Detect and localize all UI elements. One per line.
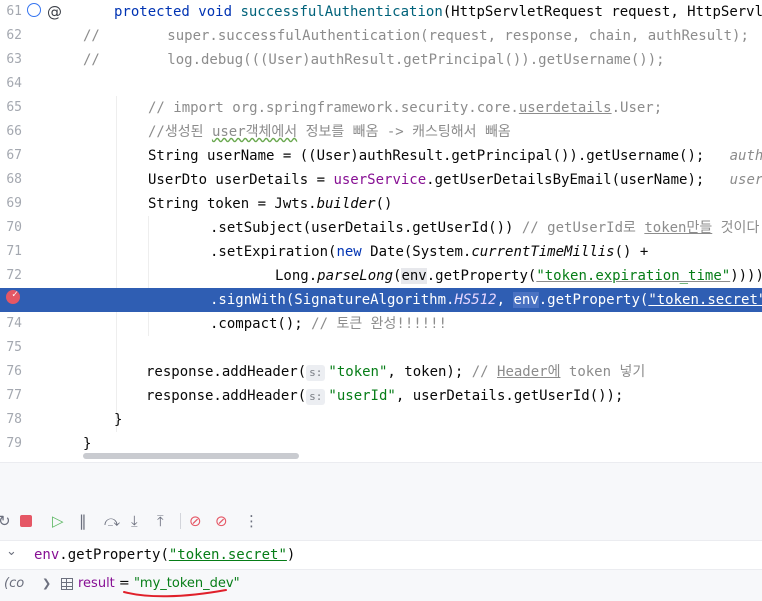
stop-icon[interactable] [20, 515, 32, 527]
code-text: // import org.springframework.security.c… [148, 100, 663, 116]
code-line[interactable]: 61 protected void successfulAuthenticati… [0, 0, 762, 24]
override-icon[interactable] [27, 3, 41, 17]
line-number: 71 [6, 244, 22, 259]
code-text: protected void successfulAuthentication(… [114, 4, 762, 20]
code-text: } [114, 412, 123, 428]
code-text: response.addHeader(s: "token", token); //… [146, 364, 646, 381]
current-execution-line[interactable]: .signWith(SignatureAlgorithm.HS512, env.… [0, 288, 762, 312]
line-number: 76 [6, 364, 22, 379]
code-line[interactable]: 77 response.addHeader(s: "userId", userDe… [0, 384, 762, 408]
chevron-down-icon[interactable]: ⌄ [6, 544, 17, 559]
result-row[interactable]: (co ❯ result = "my_token_dev" [0, 570, 762, 598]
variable-table-icon [61, 578, 73, 590]
code-text: String userName = ((User)authResult.getP… [148, 148, 762, 164]
at-annotation-icon[interactable]: @ [47, 0, 62, 24]
code-line[interactable]: 64 [0, 72, 762, 96]
rerun-icon[interactable]: ↻ [0, 507, 11, 535]
line-number: 66 [6, 124, 22, 139]
line-number: 65 [6, 100, 22, 115]
code-text: // log.debug(((User)authResult.getPrinci… [83, 52, 665, 68]
line-number: 75 [6, 340, 22, 355]
param-hint: s: [306, 389, 326, 405]
line-number: 62 [6, 28, 22, 43]
pause-icon[interactable]: ‖ [79, 507, 87, 535]
code-text: .setSubject(userDetails.getUserId()) // … [210, 220, 760, 236]
code-text: Long.parseLong(env.getProperty("token.ex… [275, 268, 762, 284]
param-hint: s: [306, 365, 326, 381]
line-number: 61 [6, 4, 22, 19]
mute-breakpoints-icon[interactable]: ⊘ [215, 507, 228, 535]
line-number: 68 [6, 172, 22, 187]
debug-toolbar: ↻ ▷ ‖ ⤼ ⤓ ⤒ ⊘ ⊘ ⋮ [0, 507, 762, 535]
evaluate-expression-row[interactable]: ⌄ env.getProperty("token.secret") [0, 540, 762, 570]
chevron-right-icon[interactable]: ❯ [42, 570, 51, 598]
breakpoint-check-icon: ✓ [12, 289, 19, 300]
code-line[interactable]: 76 response.addHeader(s: "token", token);… [0, 360, 762, 384]
code-editor[interactable]: 61 protected void successfulAuthenticati… [0, 0, 762, 462]
frame-label: (co [4, 576, 25, 591]
code-line[interactable]: 67 String userName = ((User)authResult.g… [0, 144, 762, 168]
code-text: UserDto userDetails = userService.getUse… [148, 172, 762, 188]
code-line[interactable]: 74 .compact(); // 토큰 완성!!!!!! [0, 312, 762, 336]
resume-icon[interactable]: ▷ [52, 507, 64, 535]
toolbar-separator [180, 513, 181, 529]
code-line[interactable]: 75 [0, 336, 762, 360]
code-text: .compact(); // 토큰 완성!!!!!! [210, 316, 447, 332]
code-line[interactable]: 63 // log.debug(((User)authResult.getPri… [0, 48, 762, 72]
code-line[interactable]: 62 // super.successfulAuthentication(req… [0, 24, 762, 48]
code-line[interactable]: 66 //생성된 user객체에서 정보를 빼옴 -> 캐스팅해서 빼옴 [0, 120, 762, 144]
more-icon[interactable]: ⋮ [244, 507, 259, 535]
code-line[interactable]: 78 } [0, 408, 762, 432]
line-number: 78 [6, 412, 22, 427]
view-breakpoints-icon[interactable]: ⊘ [189, 507, 202, 535]
horizontal-scrollbar[interactable] [83, 453, 299, 459]
expression-input[interactable]: env.getProperty("token.secret") [34, 541, 295, 569]
code-line[interactable]: 69 String token = Jwts.builder() [0, 192, 762, 216]
line-number: 72 [6, 268, 22, 283]
line-number: 67 [6, 148, 22, 163]
code-text: response.addHeader(s: "userId", userDetai… [146, 388, 624, 405]
code-text: // super.successfulAuthentication(reques… [83, 28, 749, 44]
line-number: 79 [6, 436, 22, 451]
step-out-icon[interactable]: ⤒ [157, 507, 164, 535]
line-number: 74 [6, 316, 22, 331]
code-line[interactable]: 65 // import org.springframework.securit… [0, 96, 762, 120]
line-number: 70 [6, 220, 22, 235]
code-text: //생성된 user객체에서 정보를 빼옴 -> 캐스팅해서 빼옴 [148, 124, 511, 140]
step-over-icon[interactable]: ⤼ [104, 507, 120, 535]
code-text: .setExpiration(new Date(System.currentTi… [210, 244, 649, 260]
line-number: 77 [6, 388, 22, 403]
step-into-icon[interactable]: ⤓ [131, 507, 138, 535]
line-number: 69 [6, 196, 22, 211]
code-text: String token = Jwts.builder() [148, 196, 393, 212]
code-line[interactable]: 71 .setExpiration(new Date(System.curren… [0, 240, 762, 264]
code-text: .signWith(SignatureAlgorithm.HS512, env.… [210, 292, 762, 308]
red-underline-annotation [123, 589, 227, 598]
line-number: 63 [6, 52, 22, 67]
line-number: 64 [6, 76, 22, 91]
code-line[interactable]: 72 Long.parseLong(env.getProperty("token… [0, 264, 762, 288]
code-line[interactable]: 68 UserDto userDetails = userService.get… [0, 168, 762, 192]
code-line[interactable]: 70 .setSubject(userDetails.getUserId()) … [0, 216, 762, 240]
